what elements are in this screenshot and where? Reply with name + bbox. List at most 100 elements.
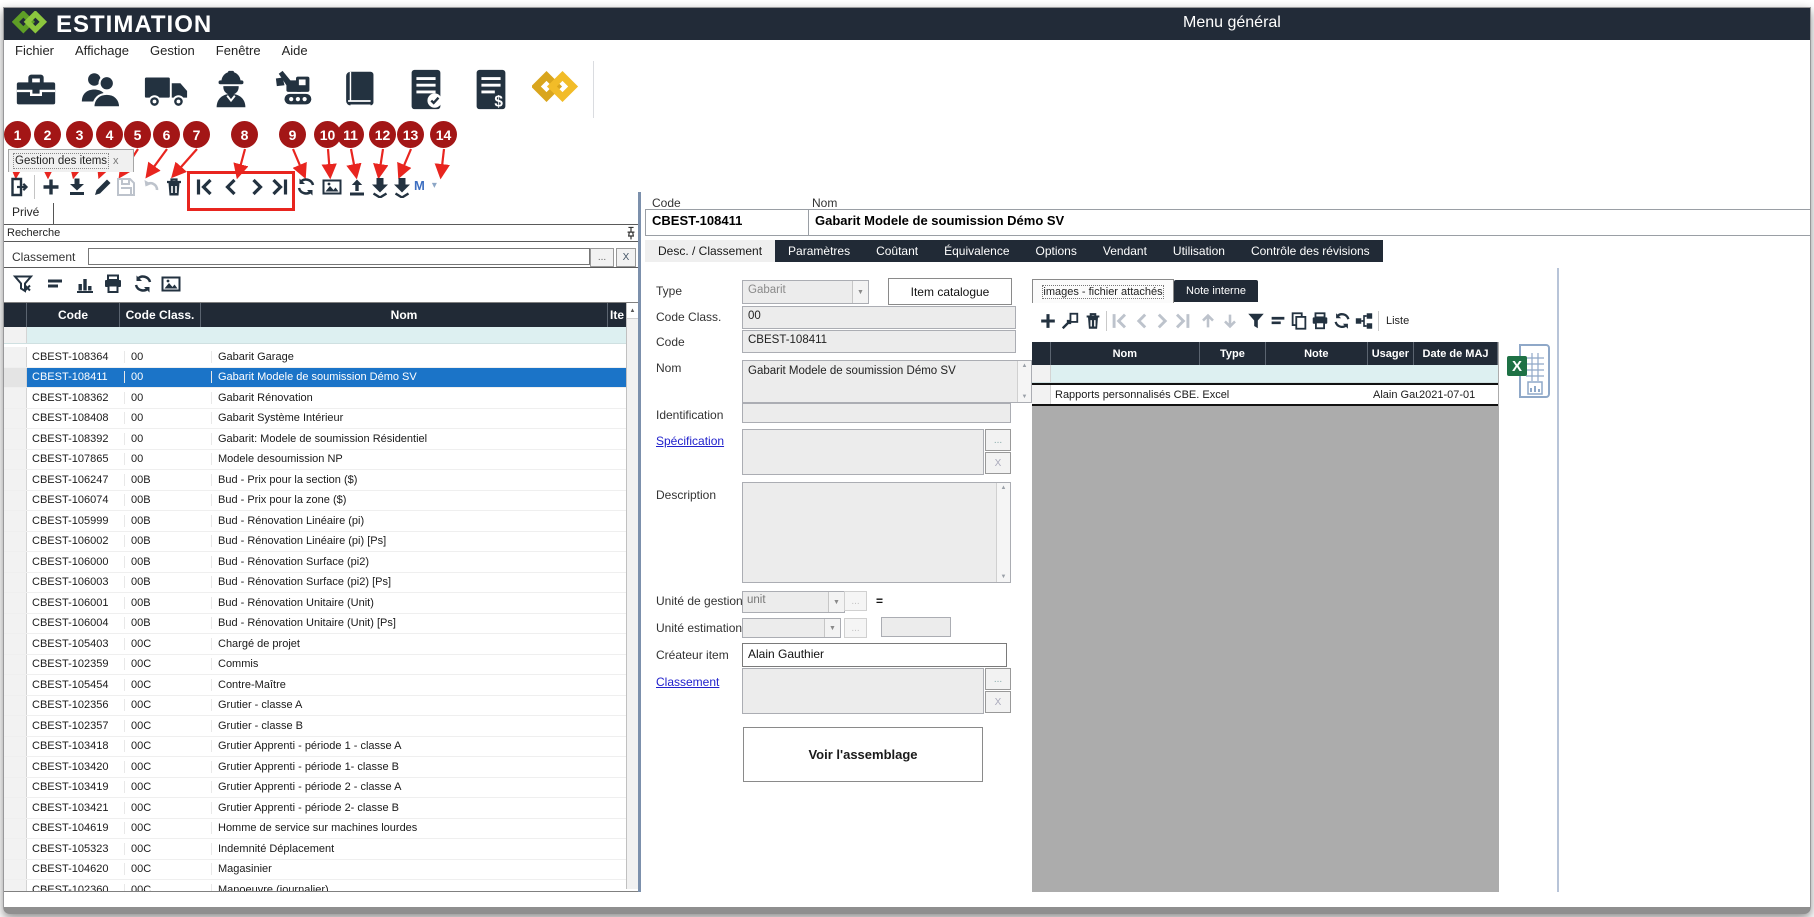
save-button[interactable] <box>115 176 137 198</box>
tab-images-fichiers[interactable]: images - fichier attachés <box>1032 279 1174 303</box>
items-table-row[interactable]: CBEST-104619 00C Homme de service sur ma… <box>4 819 638 840</box>
items-table-row[interactable]: CBEST-102357 00C Grutier - classe B <box>4 716 638 737</box>
classement-more-button[interactable]: ... <box>590 248 614 267</box>
equals-filter-icon[interactable] <box>44 273 66 295</box>
attach-nav-next-button[interactable] <box>1152 311 1172 331</box>
items-table-row[interactable]: CBEST-106001 00B Bud - Rénovation Unitai… <box>4 593 638 614</box>
prive-tab[interactable]: Privé <box>12 205 39 219</box>
items-table-row[interactable]: CBEST-108392 00 Gabarit: Modele de soumi… <box>4 429 638 450</box>
col-nom[interactable]: Nom <box>1051 342 1200 365</box>
nav-prev-button[interactable] <box>220 176 242 198</box>
classement-link[interactable]: Classement <box>656 675 719 689</box>
row-selector[interactable] <box>4 860 27 880</box>
nom-field[interactable]: Gabarit Modele de soumission Démo SV ▲▼ <box>742 360 1032 403</box>
items-table-row[interactable]: CBEST-108364 00 Gabarit Garage <box>4 347 638 368</box>
code-field[interactable]: CBEST-108411 <box>742 330 1016 353</box>
right-splitter[interactable] <box>1557 268 1559 892</box>
attach-print-icon[interactable] <box>1310 311 1330 331</box>
refresh-list-icon[interactable] <box>132 273 154 295</box>
chart-icon[interactable] <box>74 273 96 295</box>
classement-filter-input[interactable] <box>88 248 590 265</box>
tab-note-interne[interactable]: Note interne <box>1174 280 1258 302</box>
row-selector[interactable] <box>4 839 27 859</box>
document-dollar-icon[interactable]: $ <box>458 61 524 118</box>
unite-estimation-select[interactable]: ▼ <box>742 618 841 638</box>
classement-clear-button[interactable]: X <box>616 248 636 267</box>
row-selector[interactable] <box>4 798 27 818</box>
attachment-row[interactable]: Rapports personnalisés CBE. Excel Alain … <box>1032 383 1498 406</box>
import-item-button[interactable] <box>66 176 88 198</box>
menu-aide[interactable]: Aide <box>280 41 310 60</box>
items-table-row[interactable]: CBEST-108411 00 Gabarit Modele de soumis… <box>4 368 638 389</box>
exit-button[interactable] <box>8 176 30 198</box>
tab-vendant[interactable]: Vendant <box>1090 240 1160 262</box>
items-table-row[interactable]: CBEST-102356 00C Grutier - classe A <box>4 696 638 717</box>
row-selector[interactable] <box>4 614 27 634</box>
row-selector[interactable] <box>4 450 27 470</box>
tab-options[interactable]: Options <box>1023 240 1090 262</box>
refresh-button[interactable] <box>295 176 317 198</box>
attach-delete-button[interactable] <box>1083 311 1103 331</box>
attach-refresh-icon[interactable] <box>1332 311 1352 331</box>
scroll-up-icon[interactable]: ▲ <box>627 303 638 319</box>
items-filter-row[interactable] <box>4 327 638 344</box>
items-table-row[interactable]: CBEST-103419 00C Grutier Apprenti - péri… <box>4 778 638 799</box>
image-list-icon[interactable] <box>160 273 182 295</box>
specification-clear-button[interactable]: X <box>985 452 1011 474</box>
items-table-row[interactable]: CBEST-106247 00B Bud - Prix pour la sect… <box>4 470 638 491</box>
pin-icon[interactable] <box>625 226 637 240</box>
attach-nav-last-button[interactable] <box>1172 311 1192 331</box>
attach-liste-label[interactable]: Liste <box>1386 315 1409 327</box>
items-table-row[interactable]: CBEST-106004 00B Bud - Rénovation Unitai… <box>4 614 638 635</box>
scroll-arrows-icon[interactable]: ▲▼ <box>996 483 1010 582</box>
col-code-class[interactable]: Code Class. <box>120 303 201 327</box>
nav-last-button[interactable] <box>268 176 290 198</box>
row-selector[interactable] <box>4 778 27 798</box>
undo-button[interactable] <box>140 176 162 198</box>
panel-splitter[interactable] <box>638 192 641 892</box>
unite-gestion-more-button[interactable]: ... <box>844 591 867 611</box>
attach-nav-first-button[interactable] <box>1110 311 1130 331</box>
print-icon[interactable] <box>102 273 124 295</box>
row-selector[interactable] <box>4 757 27 777</box>
code-class-field[interactable]: 00 <box>742 306 1016 329</box>
attach-insert-button[interactable] <box>1060 311 1080 331</box>
download-all-button[interactable] <box>391 176 413 198</box>
row-selector[interactable] <box>4 368 27 388</box>
items-table-row[interactable]: CBEST-105999 00B Bud - Rénovation Linéai… <box>4 511 638 532</box>
worker-hardhat-icon[interactable] <box>198 61 264 118</box>
voir-assemblage-button[interactable]: Voir l'assemblage <box>743 727 983 782</box>
attach-equals-icon[interactable] <box>1268 311 1288 331</box>
m-menu-button[interactable]: M ▾ <box>414 178 437 193</box>
col-type[interactable]: Type <box>1200 342 1266 365</box>
row-selector[interactable] <box>4 696 27 716</box>
items-table-row[interactable]: CBEST-105403 00C Chargé de projet <box>4 634 638 655</box>
document-tab[interactable]: Gestion des items x <box>8 149 134 172</box>
classement-clear-button[interactable]: X <box>985 691 1011 713</box>
row-selector[interactable] <box>4 470 27 490</box>
tab-equivalence[interactable]: Équivalence <box>931 240 1022 262</box>
unite-estimation-more-button[interactable]: ... <box>844 618 867 638</box>
items-table-row[interactable]: CBEST-103420 00C Grutier Apprenti - péri… <box>4 757 638 778</box>
download-items-button[interactable] <box>369 176 391 198</box>
col-code[interactable]: Code <box>27 303 120 327</box>
unite-conversion-field[interactable] <box>881 617 951 637</box>
items-table-row[interactable]: CBEST-104620 00C Magasinier <box>4 860 638 881</box>
filter-clear-icon[interactable] <box>12 273 34 295</box>
attach-move-down-button[interactable] <box>1220 311 1240 331</box>
document-check-icon[interactable] <box>393 61 459 118</box>
attachments-filter-row[interactable] <box>1032 365 1498 383</box>
items-table-row[interactable]: CBEST-106002 00B Bud - Rénovation Linéai… <box>4 532 638 553</box>
createur-field[interactable]: Alain Gauthier <box>742 643 1007 667</box>
excel-file-icon[interactable]: X <box>1506 344 1554 402</box>
items-table-row[interactable]: CBEST-106074 00B Bud - Prix pour la zone… <box>4 491 638 512</box>
search-bar[interactable]: Recherche <box>3 224 641 242</box>
items-table-row[interactable]: CBEST-103418 00C Grutier Apprenti - péri… <box>4 737 638 758</box>
description-field[interactable]: ▲▼ <box>742 482 1011 583</box>
unite-gestion-select[interactable]: unit▼ <box>742 591 845 613</box>
attach-copy-icon[interactable] <box>1289 311 1309 331</box>
row-selector[interactable] <box>4 880 27 892</box>
attach-nav-prev-button[interactable] <box>1132 311 1152 331</box>
nav-next-button[interactable] <box>246 176 268 198</box>
toolbox-icon[interactable] <box>3 61 69 118</box>
